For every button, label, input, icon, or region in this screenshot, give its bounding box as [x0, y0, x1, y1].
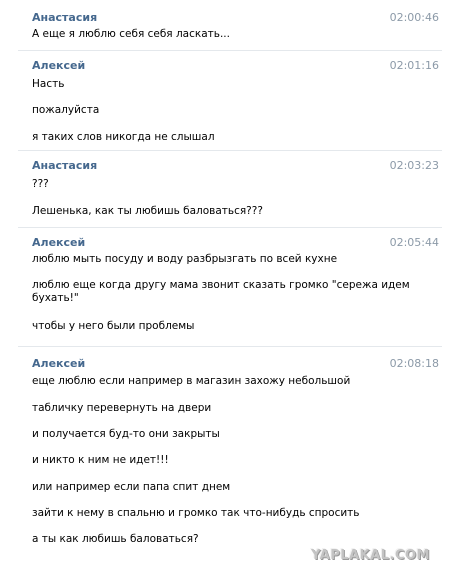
message-text: пожалуйста: [32, 104, 100, 116]
message-time[interactable]: 02:03:23: [390, 158, 439, 174]
message-text: ???: [32, 178, 49, 190]
author-name[interactable]: Алексей: [32, 356, 85, 372]
message-text: а ты как любишь баловаться?: [32, 533, 199, 545]
message-text: Насть: [32, 78, 65, 90]
divider: [18, 150, 442, 151]
message-text: чтобы у него были проблемы: [32, 320, 195, 332]
message-header: Анастасия 02:03:23: [0, 158, 452, 178]
message-text: люблю мыть посуду и воду разбрызгать по …: [32, 253, 338, 265]
author-name[interactable]: Анастасия: [32, 158, 97, 174]
site-watermark: YAPLAKAL.COM: [311, 548, 430, 563]
author-name[interactable]: Алексей: [32, 58, 85, 74]
message-text: бухать!": [32, 292, 79, 304]
message-text: А еще я люблю себя себя ласкать...: [32, 28, 230, 40]
message-text: еще люблю если например в магазин захожу…: [32, 375, 351, 387]
message-text: Лешенька, как ты любишь баловаться???: [32, 205, 263, 217]
message-text: и никто к ним не идет!!!: [32, 454, 169, 466]
message-header: Алексей 02:08:18: [0, 356, 452, 376]
message-text: я таких слов никогда не слышал: [32, 131, 215, 143]
message-time[interactable]: 02:05:44: [390, 235, 439, 251]
message-text: и получается буд-то они закрыты: [32, 428, 220, 440]
message-text: люблю еще когда другу мама звонит сказат…: [32, 279, 410, 291]
message-text: или например если папа спит днем: [32, 481, 231, 493]
author-name[interactable]: Алексей: [32, 235, 85, 251]
message-time[interactable]: 02:01:16: [390, 58, 439, 74]
divider: [18, 346, 442, 347]
message-text: табличку перевернуть на двери: [32, 402, 212, 414]
message-text: зайти к нему в спальню и громко так что-…: [32, 507, 360, 519]
divider: [18, 50, 442, 51]
divider: [18, 227, 442, 228]
message-time[interactable]: 02:08:18: [390, 356, 439, 372]
message-time[interactable]: 02:00:46: [390, 10, 439, 26]
message-header: Алексей 02:01:16: [0, 58, 452, 78]
author-name[interactable]: Анастасия: [32, 10, 97, 26]
